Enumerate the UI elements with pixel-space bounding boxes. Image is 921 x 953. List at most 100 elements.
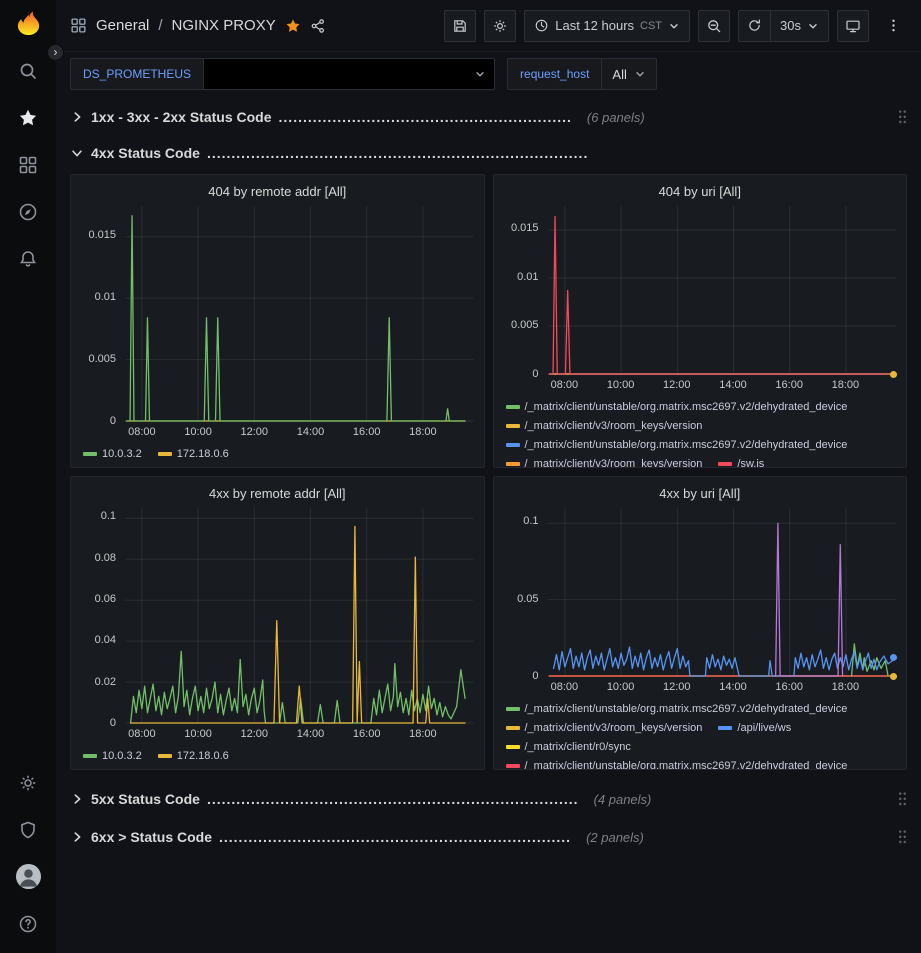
chevron-down-icon: [807, 20, 819, 32]
monitor-icon: [845, 18, 861, 34]
x-tick-label: 10:00: [184, 728, 212, 740]
row-title: 5xx Status Code: [91, 791, 200, 807]
y-tick-label: 0.08: [95, 552, 116, 564]
row-panel-count: (4 panels): [594, 792, 652, 807]
legend-item[interactable]: 172.18.0.6: [158, 447, 229, 461]
legend-item[interactable]: 10.0.3.2: [83, 447, 142, 461]
avatar: [15, 863, 42, 890]
row-6xx-status-code[interactable]: 6xx > Status Code ......................…: [70, 822, 907, 852]
request-host-variable-label[interactable]: request_host: [507, 58, 602, 90]
datasource-variable-label[interactable]: DS_PROMETHEUS: [70, 58, 204, 90]
request-host-variable-value: All: [612, 67, 626, 82]
legend-item[interactable]: /sw.js: [718, 457, 764, 467]
sidebar-item-help[interactable]: [4, 900, 52, 947]
legend-label: 172.18.0.6: [177, 749, 229, 763]
row-5xx-status-code[interactable]: 5xx Status Code ........................…: [70, 784, 907, 814]
legend-item[interactable]: /_matrix/client/unstable/org.matrix.msc2…: [506, 438, 848, 452]
refresh-picker: 30s: [738, 10, 829, 42]
legend: /_matrix/client/unstable/org.matrix.msc2…: [504, 394, 897, 467]
legend-label: /_matrix/client/v3/room_keys/version: [525, 419, 703, 433]
favorite-star-icon[interactable]: [285, 18, 301, 34]
sidebar-item-explore[interactable]: [4, 188, 52, 235]
legend-item[interactable]: /_matrix/client/unstable/org.matrix.msc2…: [506, 759, 848, 769]
legend-item[interactable]: 172.18.0.6: [158, 749, 229, 763]
x-tick-label: 18:00: [409, 728, 437, 740]
time-range-label: Last 12 hours: [555, 18, 634, 33]
legend-item[interactable]: 10.0.3.2: [83, 749, 142, 763]
y-tick-label: 0.005: [88, 353, 116, 365]
sidebar-item-search[interactable]: [4, 47, 52, 94]
dashboard-settings-button[interactable]: [484, 10, 516, 42]
legend-item[interactable]: /api/live/ws: [718, 721, 791, 735]
grafana-flame-icon: [15, 10, 42, 37]
more-options-button[interactable]: [877, 10, 909, 42]
row-title: 4xx Status Code: [91, 145, 200, 161]
refresh-button[interactable]: [738, 10, 770, 42]
y-tick-label: 0: [110, 717, 116, 729]
legend-marker: [718, 726, 732, 730]
sidebar-item-configuration[interactable]: [4, 759, 52, 806]
row-drag-handle[interactable]: [898, 109, 907, 125]
time-range-picker[interactable]: Last 12 hours CST: [524, 10, 690, 42]
panel-title[interactable]: 404 by uri [All]: [504, 180, 897, 204]
chart-area[interactable]: 08:0010:0012:0014:0016:0018:00: [548, 506, 897, 696]
kiosk-mode-button[interactable]: [837, 10, 869, 42]
x-axis: 08:0010:0012:0014:0016:0018:00: [548, 376, 897, 394]
sidebar-expand-button[interactable]: ›: [47, 44, 64, 61]
refresh-interval-label: 30s: [780, 18, 801, 33]
legend-label: /_matrix/client/unstable/org.matrix.msc2…: [525, 438, 848, 452]
row-title: 6xx > Status Code: [91, 829, 212, 845]
legend-item[interactable]: /_matrix/client/r0/sync: [506, 740, 631, 754]
panel-title[interactable]: 404 by remote addr [All]: [81, 180, 474, 204]
row-drag-handle[interactable]: [898, 791, 907, 807]
sidebar-item-server-admin[interactable]: [4, 806, 52, 853]
sidebar-item-alerting[interactable]: [4, 235, 52, 282]
bell-icon: [18, 249, 38, 269]
y-tick-label: 0.015: [88, 229, 116, 241]
x-tick-label: 16:00: [775, 379, 803, 391]
share-icon[interactable]: [310, 18, 326, 34]
x-tick-label: 10:00: [607, 681, 635, 693]
save-dashboard-button[interactable]: [444, 10, 476, 42]
y-tick-label: 0.04: [95, 634, 116, 646]
refresh-interval-dropdown[interactable]: 30s: [770, 10, 829, 42]
datasource-variable-select[interactable]: [204, 58, 495, 90]
legend-label: 10.0.3.2: [102, 447, 142, 461]
breadcrumb-folder[interactable]: General: [96, 17, 149, 34]
chevron-right-icon: [70, 110, 84, 124]
legend-item[interactable]: /_matrix/client/unstable/org.matrix.msc2…: [506, 702, 848, 716]
y-tick-label: 0.06: [95, 593, 116, 605]
panel-title[interactable]: 4xx by uri [All]: [504, 482, 897, 506]
sidebar-item-profile[interactable]: [4, 853, 52, 900]
grafana-logo[interactable]: [15, 10, 42, 37]
zoom-out-time-button[interactable]: [698, 10, 730, 42]
legend-marker: [506, 764, 520, 768]
legend-item[interactable]: /_matrix/client/v3/room_keys/version: [506, 721, 703, 735]
chart-area[interactable]: 08:0010:0012:0014:0016:0018:00: [125, 204, 474, 441]
save-icon: [452, 18, 468, 34]
chart-svg: [548, 206, 897, 374]
legend-item[interactable]: /_matrix/client/v3/room_keys/version: [506, 419, 703, 433]
chart-area[interactable]: 08:0010:0012:0014:0016:0018:00: [125, 506, 474, 743]
chevron-down-icon: [474, 68, 486, 80]
row-drag-handle[interactable]: [898, 829, 907, 845]
timezone-label: CST: [640, 20, 662, 32]
row-4xx-status-code[interactable]: 4xx Status Code ........................…: [70, 138, 907, 168]
legend-marker: [506, 443, 520, 447]
sidebar-item-dashboards[interactable]: [4, 141, 52, 188]
legend-item[interactable]: /_matrix/client/unstable/org.matrix.msc2…: [506, 400, 848, 414]
chart-area[interactable]: 08:0010:0012:0014:0016:0018:00: [548, 204, 897, 394]
panel-title[interactable]: 4xx by remote addr [All]: [81, 482, 474, 506]
breadcrumb-separator: /: [158, 17, 162, 34]
gear-icon: [18, 773, 38, 793]
x-axis: 08:0010:0012:0014:0016:0018:00: [125, 423, 474, 441]
dashboard-topbar: General / NGINX PROXY Last 12 hours CST: [56, 0, 921, 52]
sidebar-item-starred[interactable]: [4, 94, 52, 141]
legend-item[interactable]: /_matrix/client/v3/room_keys/version: [506, 457, 703, 467]
request-host-variable-select[interactable]: All: [602, 58, 656, 90]
legend: 10.0.3.2 172.18.0.6: [81, 441, 474, 467]
row-1xx-3xx-2xx-status-code[interactable]: 1xx - 3xx - 2xx Status Code ............…: [70, 102, 907, 132]
y-tick-label: 0.05: [517, 593, 538, 605]
gear-icon: [492, 18, 508, 34]
legend-label: /_matrix/client/unstable/org.matrix.msc2…: [525, 702, 848, 716]
